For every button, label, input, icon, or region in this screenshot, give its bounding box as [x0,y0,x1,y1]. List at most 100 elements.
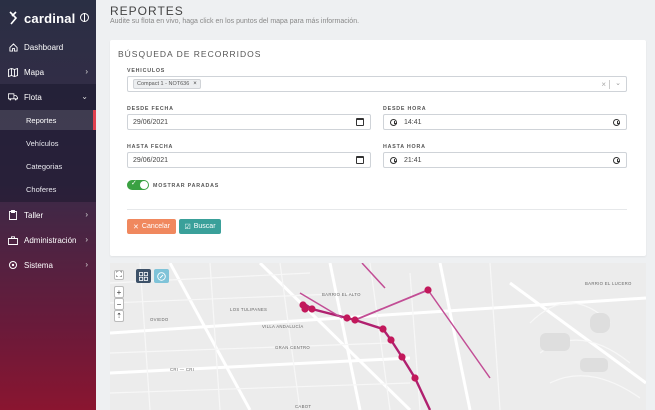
sidebar-item-label: Mapa [24,67,45,77]
clock-picker-icon[interactable] [613,157,620,164]
sidebar-subitem-vehiculos[interactable]: Vehículos [0,133,96,153]
mostrar-paradas-toggle[interactable]: ✓ [127,180,149,190]
briefcase-icon [8,235,18,245]
layers-grid-button[interactable] [136,269,151,283]
select-divider [609,80,610,89]
vehicle-chip-label: Compact 1 - NOT636 [137,81,190,87]
clear-icon[interactable]: × [601,80,606,89]
map-canvas[interactable] [110,263,646,410]
clipboard-icon [8,210,18,220]
desde-fecha-value: 29/06/2021 [133,118,169,126]
map-label: CABOT [295,404,312,409]
fullscreen-icon[interactable]: ⛶ [114,270,124,280]
sidebar-item-label: Administración [24,235,77,245]
sidebar-item-label: Dashboard [24,42,64,52]
map-label: BARRIO EL ALTO [322,292,361,297]
desde-hora-input[interactable]: 14:41 [383,114,627,130]
search-card: BÚSQUEDA DE RECORRIDOS VEHICULOS Compact… [110,40,646,256]
stop-marker[interactable] [387,336,395,344]
grid-icon [139,271,148,281]
sidebar-item-administracion[interactable]: Administración › [0,228,96,252]
sidebar-collapse-icon[interactable] [80,13,89,22]
search-button[interactable]: ☑ Buscar [179,219,221,234]
stop-marker[interactable] [301,305,309,313]
brand-name: cardinal [24,10,76,26]
map-label: LOS TULIPANES [230,307,268,312]
hasta-fecha-label: HASTA FECHA [127,144,174,150]
layers-map-button[interactable] [154,269,169,283]
sidebar-item-label: Flota [24,92,42,102]
route-line-secondary [427,289,491,379]
stop-marker[interactable] [424,286,432,294]
vehiculos-label: VEHICULOS [127,68,166,74]
compass-map-icon [157,271,166,281]
check-icon: ✓ [131,180,137,187]
card-title: BÚSQUEDA DE RECORRIDOS [118,49,262,59]
sidebar-subitem-reportes[interactable]: Reportes [0,110,96,130]
hasta-hora-value: 21:41 [404,156,422,164]
zoom-in-button[interactable]: + [114,286,124,298]
chevron-down-icon[interactable]: ⌄ [615,79,621,87]
hasta-hora-input[interactable]: 21:41 [383,152,627,168]
stop-marker[interactable] [343,314,351,322]
sidebar-subitem-categorias[interactable]: Categorias [0,156,96,176]
compass-icon[interactable]: ⇡ [114,310,124,322]
map-icon [8,67,18,77]
chevron-right-icon: › [85,210,88,219]
calendar-icon[interactable] [356,156,364,164]
zoom-out-button[interactable]: − [114,298,124,310]
clock-picker-icon[interactable] [613,119,620,126]
divider [127,209,627,210]
hasta-fecha-value: 29/06/2021 [133,156,169,164]
check-square-icon: ☑ [184,223,191,231]
home-icon [8,42,18,52]
chevron-down-icon: ⌄ [81,92,88,101]
search-button-label: Buscar [193,223,216,230]
page-title: REPORTES [110,4,184,18]
sidebar-item-sistema[interactable]: Sistema › [0,253,96,277]
chevron-right-icon: › [85,260,88,269]
map-label: OVIEDO [150,317,169,322]
map-label: GRAN CENTRO [275,345,311,350]
calendar-icon[interactable] [356,118,364,126]
map-label: VILLA ANDALUCÍA [262,324,304,329]
cardinal-logo-icon [9,11,18,25]
sidebar-item-dashboard[interactable]: Dashboard [0,35,96,59]
stop-marker[interactable] [398,353,406,361]
vehicle-chip: Compact 1 - NOT636 × [133,79,201,89]
sidebar-item-flota[interactable]: Flota ⌄ [0,85,96,109]
cancel-button-label: Cancelar [141,223,170,230]
desde-fecha-input[interactable]: 29/06/2021 [127,114,371,130]
stop-marker[interactable] [351,316,359,324]
settings-icon [8,260,18,270]
sidebar: cardinal Dashboard Mapa › Flota ⌄ Report… [0,0,96,410]
clock-icon [390,119,397,126]
vehiculos-select[interactable]: Compact 1 - NOT636 × × ⌄ [127,76,627,92]
stop-marker[interactable] [379,325,387,333]
desde-hora-value: 14:41 [404,118,422,126]
chip-remove-icon[interactable]: × [193,81,197,87]
stop-marker[interactable] [411,374,419,382]
brand[interactable]: cardinal [8,10,75,26]
sidebar-subitem-choferes[interactable]: Choferes [0,179,96,199]
mostrar-paradas-label: MOSTRAR PARADAS [153,183,220,189]
clock-icon [390,157,397,164]
map-label: BARRIO EL LUCERO [585,281,632,286]
truck-icon [8,92,18,102]
stop-marker[interactable] [308,305,316,313]
map[interactable]: BARRIO EL ALTO LOS TULIPANES OVIEDO VILL… [110,263,646,410]
hasta-fecha-input[interactable]: 29/06/2021 [127,152,371,168]
close-icon: ✕ [133,223,139,231]
map-label: CRI — CRI [170,367,195,372]
sidebar-item-label: Sistema [24,260,53,270]
chevron-right-icon: › [85,235,88,244]
desde-fecha-label: DESDE FECHA [127,106,174,112]
cancel-button[interactable]: ✕ Cancelar [127,219,176,234]
desde-hora-label: DESDE HORA [383,106,427,112]
sidebar-item-mapa[interactable]: Mapa › [0,60,96,84]
sidebar-item-label: Taller [24,210,44,220]
chevron-right-icon: › [85,67,88,76]
sidebar-item-taller[interactable]: Taller › [0,203,96,227]
page-subtitle: Audite su flota en vivo, haga click en l… [110,18,360,25]
hasta-hora-label: HASTA HORA [383,144,426,150]
